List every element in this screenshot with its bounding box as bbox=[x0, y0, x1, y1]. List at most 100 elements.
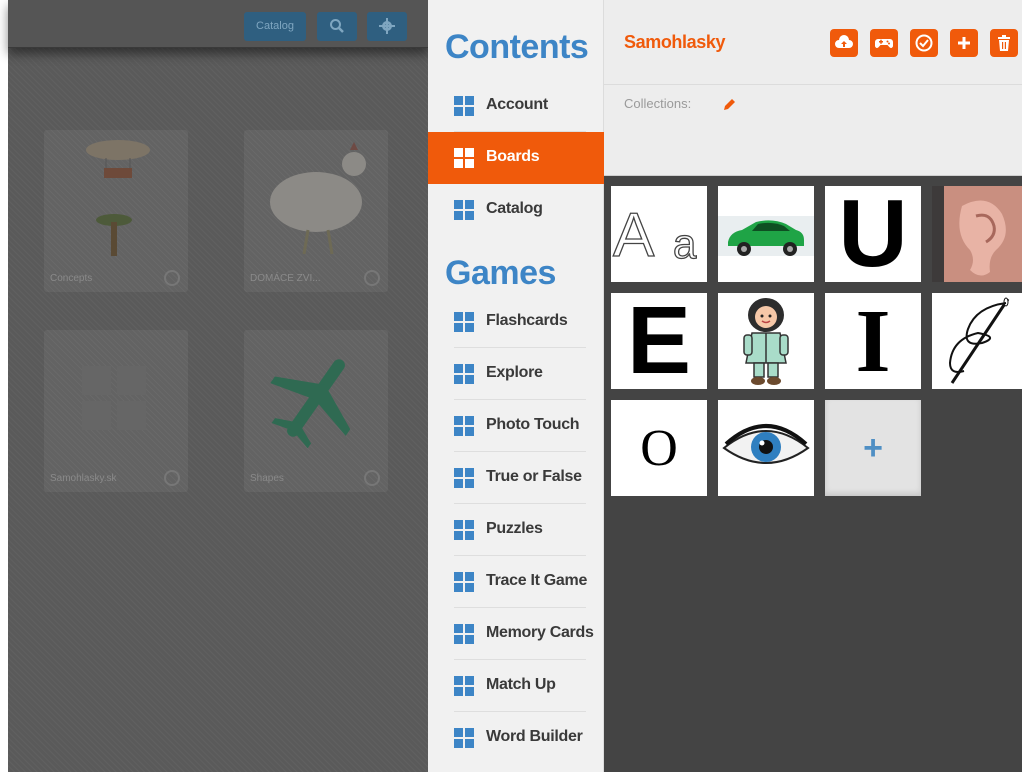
board-placeholder-icon bbox=[82, 366, 146, 430]
card-letter: U bbox=[838, 186, 908, 282]
background-tile-label: Samohlasky.sk bbox=[50, 473, 117, 484]
background-tile-label: DOMÁCE ZVI... bbox=[250, 273, 321, 284]
sidebar: Contents Account Boards Catalog Games Fl… bbox=[428, 0, 604, 772]
board-header: Samohlasky Collections: bbox=[604, 0, 1022, 176]
grid-icon bbox=[454, 148, 474, 168]
board-card-letter-u[interactable]: U bbox=[825, 186, 921, 282]
eskimo-icon bbox=[743, 298, 789, 385]
board-card-letter-a[interactable]: A a bbox=[611, 186, 707, 282]
sidebar-item-trace-it-game[interactable]: Trace It Game bbox=[428, 556, 604, 608]
select-button[interactable] bbox=[910, 29, 938, 57]
sidebar-item-label: Catalog bbox=[486, 200, 543, 217]
add-button[interactable] bbox=[950, 29, 978, 57]
green-car-icon bbox=[718, 216, 814, 256]
add-icon bbox=[958, 37, 970, 49]
sidebar-item-account[interactable]: Account bbox=[428, 80, 604, 132]
sidebar-item-word-builder[interactable]: Word Builder bbox=[428, 712, 604, 764]
background-search-button[interactable] bbox=[317, 12, 357, 41]
airplane-icon bbox=[270, 359, 351, 448]
upload-button[interactable] bbox=[830, 29, 858, 57]
card-text-lower: a bbox=[672, 219, 697, 267]
sidebar-item-match-up[interactable]: Match Up bbox=[428, 660, 604, 712]
upload-icon bbox=[835, 35, 853, 48]
search-icon bbox=[330, 19, 344, 33]
plus-icon: + bbox=[863, 428, 883, 467]
dimmed-boards-background[interactable]: Catalog Concepts DOMÁCE ZVI... Samohlask… bbox=[8, 0, 428, 772]
sidebar-item-label: Word Builder bbox=[486, 728, 583, 745]
card-letter: E bbox=[626, 293, 692, 389]
background-toolbar: Catalog bbox=[8, 0, 428, 48]
sidebar-item-true-or-false[interactable]: True or False bbox=[428, 452, 604, 504]
board-card-eye[interactable] bbox=[718, 400, 814, 496]
select-radio[interactable] bbox=[364, 470, 380, 486]
sidebar-item-label: Flashcards bbox=[486, 312, 568, 329]
background-catalog-button[interactable]: Catalog bbox=[244, 12, 306, 41]
divider bbox=[604, 84, 1022, 85]
games-heading: Games bbox=[445, 254, 556, 292]
sidebar-item-label: Boards bbox=[486, 148, 540, 165]
pencil-icon[interactable] bbox=[722, 98, 736, 112]
board-card-needle[interactable] bbox=[932, 293, 1022, 389]
board-title: Samohlasky bbox=[624, 32, 726, 52]
sidebar-item-label: Account bbox=[486, 96, 548, 113]
background-board-tile[interactable]: Shapes bbox=[244, 330, 388, 492]
airship-icon bbox=[86, 140, 150, 178]
gear-icon bbox=[379, 18, 395, 34]
sidebar-item-label: Explore bbox=[486, 364, 543, 381]
add-card-button[interactable]: + bbox=[825, 400, 921, 496]
card-letter: I bbox=[855, 293, 891, 389]
sidebar-item-label: Puzzles bbox=[486, 520, 543, 537]
eye-icon bbox=[722, 424, 810, 464]
background-board-tile[interactable]: Samohlasky.sk bbox=[44, 330, 188, 492]
select-radio[interactable] bbox=[164, 470, 180, 486]
select-radio[interactable] bbox=[164, 270, 180, 286]
grid-icon bbox=[454, 364, 474, 384]
tree-icon bbox=[96, 214, 132, 256]
grid-icon bbox=[454, 312, 474, 332]
grid-icon bbox=[454, 416, 474, 436]
board-card-eskimo[interactable] bbox=[718, 293, 814, 389]
collections-label: Collections: bbox=[624, 96, 692, 111]
board-card-letter-i[interactable]: I bbox=[825, 293, 921, 389]
grid-icon bbox=[454, 728, 474, 748]
trash-icon bbox=[998, 35, 1010, 51]
sidebar-item-puzzles[interactable]: Puzzles bbox=[428, 504, 604, 556]
select-radio[interactable] bbox=[364, 270, 380, 286]
grid-icon bbox=[454, 624, 474, 644]
check-icon bbox=[915, 34, 933, 52]
board-panel: Samohlasky Collections: A a U E I O + bbox=[604, 0, 1022, 772]
sidebar-item-label: True or False bbox=[486, 468, 582, 485]
hen-icon bbox=[270, 142, 366, 255]
app-window: Catalog Concepts DOMÁCE ZVI... Samohlask… bbox=[0, 0, 1022, 772]
gamepad-icon bbox=[875, 39, 893, 48]
sidebar-item-boards[interactable]: Boards bbox=[428, 132, 604, 184]
sidebar-item-flashcards[interactable]: Flashcards bbox=[428, 296, 604, 348]
background-board-tile[interactable]: DOMÁCE ZVI... bbox=[244, 130, 388, 292]
grid-icon bbox=[454, 200, 474, 220]
grid-icon bbox=[454, 96, 474, 116]
grid-icon bbox=[454, 520, 474, 540]
sidebar-item-photo-touch[interactable]: Photo Touch bbox=[428, 400, 604, 452]
background-board-tile[interactable]: Concepts bbox=[44, 130, 188, 292]
background-settings-button[interactable] bbox=[367, 12, 407, 41]
contents-heading: Contents bbox=[445, 28, 589, 66]
board-card-letter-e[interactable]: E bbox=[611, 293, 707, 389]
background-tile-label: Concepts bbox=[50, 273, 93, 284]
grid-icon bbox=[454, 572, 474, 592]
background-tile-label: Shapes bbox=[250, 473, 284, 484]
sidebar-item-label: Trace It Game bbox=[486, 572, 588, 589]
play-games-button[interactable] bbox=[870, 29, 898, 57]
sidebar-item-catalog[interactable]: Catalog bbox=[428, 184, 604, 236]
board-card-letter-o[interactable]: O bbox=[611, 400, 707, 496]
grid-icon bbox=[454, 468, 474, 488]
grid-icon bbox=[454, 676, 474, 696]
sidebar-item-label: Match Up bbox=[486, 676, 556, 693]
delete-button[interactable] bbox=[990, 29, 1018, 57]
sidebar-item-memory-cards[interactable]: Memory Cards bbox=[428, 608, 604, 660]
card-letter: O bbox=[640, 419, 678, 477]
board-card-ear[interactable] bbox=[932, 186, 1022, 282]
sidebar-item-explore[interactable]: Explore bbox=[428, 348, 604, 400]
sidebar-item-label: Photo Touch bbox=[486, 416, 580, 433]
ear-icon bbox=[932, 186, 1022, 282]
board-card-car[interactable] bbox=[718, 186, 814, 282]
